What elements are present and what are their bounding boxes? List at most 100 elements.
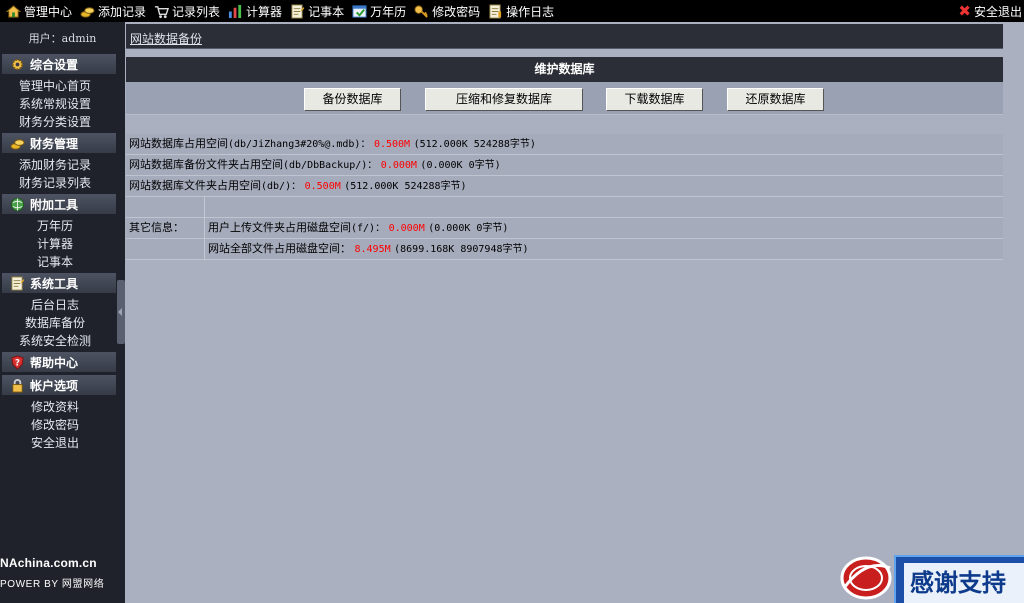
sidebar-group-header[interactable]: 附加工具 xyxy=(2,194,116,214)
nav-record-list[interactable]: 记录列表 xyxy=(148,0,222,22)
sidebar-group-header[interactable]: 帐户选项 xyxy=(2,375,116,395)
sidebar-group-title: 财务管理 xyxy=(30,136,79,151)
table-row xyxy=(126,197,1003,218)
sidebar-item-backend-log[interactable]: 后台日志 xyxy=(0,296,125,314)
top-toolbar: 管理中心 添加记录 记录列表 计算器 记事本 万年历 修改密码 操作日志 ✖ 安… xyxy=(0,0,1024,22)
nav-change-password-label: 修改密码 xyxy=(432,4,481,19)
row-label: 网站全部文件占用磁盘空间： xyxy=(208,242,351,255)
brand-logo: NAchina.com.cn POWER BY 网盟网络 xyxy=(0,556,125,590)
calendar-icon xyxy=(352,4,367,18)
compact-repair-database-button[interactable]: 压缩和修复数据库 xyxy=(425,88,583,111)
close-icon: ✖ xyxy=(958,2,971,20)
table-cell xyxy=(126,239,205,260)
row-detail: (0.000K 0字节) xyxy=(420,160,501,171)
lock-icon xyxy=(12,378,23,393)
sidebar-collapse-handle[interactable] xyxy=(117,280,125,344)
row-detail: (0.000K 0字节) xyxy=(428,223,509,234)
user-name: admin xyxy=(61,32,97,45)
sidebar-item-system-settings[interactable]: 系统常规设置 xyxy=(0,95,125,113)
sidebar-group-tools: 附加工具 万年历 计算器 记事本 xyxy=(0,194,125,271)
sidebar-group-title: 综合设置 xyxy=(30,57,79,72)
nav-operation-log[interactable]: 操作日志 xyxy=(482,0,556,22)
log-icon xyxy=(489,3,502,19)
sidebar-group-title: 帮助中心 xyxy=(30,355,79,370)
row-value: 0.500M xyxy=(373,139,411,150)
section-header: 维护数据库 xyxy=(126,57,1003,82)
sidebar-item-notepad[interactable]: 记事本 xyxy=(0,253,125,271)
user-label: 用户： xyxy=(28,32,62,45)
sidebar-item-calendar[interactable]: 万年历 xyxy=(0,217,125,235)
coins-icon xyxy=(10,138,25,150)
support-banner[interactable]: 感谢支持 xyxy=(894,555,1024,603)
table-row: 网站全部文件占用磁盘空间： 8.495M (8699.168K 8907948字… xyxy=(126,239,1003,260)
sidebar-item-finance-categories[interactable]: 财务分类设置 xyxy=(0,113,125,131)
main-content: 网站数据备份 维护数据库 备份数据库 压缩和修复数据库 下载数据库 还原数据库 … xyxy=(125,22,1024,603)
sidebar-item-admin-home[interactable]: 管理中心首页 xyxy=(0,77,125,95)
row-path: (f/)： xyxy=(351,223,386,234)
sidebar-item-database-backup[interactable]: 数据库备份 xyxy=(0,314,125,332)
row-detail: (8699.168K 8907948字节) xyxy=(394,244,529,255)
restore-database-button[interactable]: 还原数据库 xyxy=(727,88,824,111)
row-detail: (512.000K 524288字节) xyxy=(413,139,536,150)
support-label: 感谢支持 xyxy=(904,563,1024,603)
sidebar-group-header[interactable]: 综合设置 xyxy=(2,54,116,74)
table-cell xyxy=(126,197,205,218)
nav-change-password[interactable]: 修改密码 xyxy=(408,0,482,22)
coins-icon xyxy=(80,6,95,18)
sidebar-group-finance: 财务管理 添加财务记录 财务记录列表 xyxy=(0,133,125,192)
logout-button[interactable]: ✖ 安全退出 xyxy=(958,0,1024,22)
breadcrumb-link[interactable]: 网站数据备份 xyxy=(130,30,202,47)
sidebar-group-header[interactable]: 系统工具 xyxy=(2,273,116,293)
other-info-label: 其它信息： xyxy=(126,218,205,239)
sidebar-group-general: 综合设置 管理中心首页 系统常规设置 财务分类设置 xyxy=(0,54,125,131)
row-value: 0.500M xyxy=(304,181,341,192)
list-item: 网站数据库占用空间(db/JiZhang3#20%@.mdb)： 0.500M … xyxy=(126,134,1003,155)
sidebar-item-logout[interactable]: 安全退出 xyxy=(0,434,125,452)
sidebar-item-calculator[interactable]: 计算器 xyxy=(0,235,125,253)
sidebar-item-edit-profile[interactable]: 修改资料 xyxy=(0,398,125,416)
row-label: 网站数据库占用空间 xyxy=(129,137,228,150)
nav-calculator-label: 计算器 xyxy=(246,4,283,19)
nav-operation-log-label: 操作日志 xyxy=(506,4,555,19)
sidebar-item-add-finance-record[interactable]: 添加财务记录 xyxy=(0,156,125,174)
sidebar-group-header[interactable]: 财务管理 xyxy=(2,133,116,153)
backup-database-button[interactable]: 备份数据库 xyxy=(304,88,401,111)
space-usage-list: 网站数据库占用空间(db/JiZhang3#20%@.mdb)： 0.500M … xyxy=(126,134,1003,197)
sidebar-group-title: 帐户选项 xyxy=(30,378,79,393)
svg-text:?: ? xyxy=(15,357,20,367)
sidebar-group-system: 系统工具 后台日志 数据库备份 系统安全检测 xyxy=(0,273,125,350)
nav-calendar-label: 万年历 xyxy=(370,4,407,19)
help-icon: ? xyxy=(11,354,24,370)
sidebar-group-title: 系统工具 xyxy=(30,276,79,291)
nav-calendar[interactable]: 万年历 xyxy=(346,0,408,22)
download-database-button[interactable]: 下载数据库 xyxy=(606,88,703,111)
cart-icon xyxy=(154,5,170,18)
row-detail: (512.000K 524288字节) xyxy=(344,181,467,192)
breadcrumb: 网站数据备份 xyxy=(126,24,1003,49)
sidebar-group-help: ? 帮助中心 xyxy=(0,352,125,372)
home-icon xyxy=(6,4,21,18)
nav-record-list-label: 记录列表 xyxy=(172,4,221,19)
support-logo-icon xyxy=(840,556,892,600)
nav-add-record[interactable]: 添加记录 xyxy=(74,0,148,22)
sidebar-group-header[interactable]: ? 帮助中心 xyxy=(2,352,116,372)
row-label: 网站数据库文件夹占用空间 xyxy=(129,179,261,192)
sidebar-group-title: 附加工具 xyxy=(30,197,79,212)
nav-calculator[interactable]: 计算器 xyxy=(222,0,284,22)
table-cell: 用户上传文件夹占用磁盘空间(f/)： 0.000M (0.000K 0字节) xyxy=(208,218,508,239)
notepad-icon xyxy=(291,3,305,19)
nav-notepad-label: 记事本 xyxy=(308,4,345,19)
nav-admin-center-label: 管理中心 xyxy=(24,4,73,19)
nav-notepad[interactable]: 记事本 xyxy=(284,0,346,22)
sidebar: 用户：admin 综合设置 管理中心首页 系统常规设置 财务分类设置 财务管理 … xyxy=(0,22,125,603)
table-cell: 网站全部文件占用磁盘空间： 8.495M (8699.168K 8907948字… xyxy=(208,239,529,260)
list-item: 网站数据库文件夹占用空间(db/)： 0.500M (512.000K 5242… xyxy=(126,176,1003,197)
key-icon xyxy=(414,4,428,18)
sidebar-item-finance-record-list[interactable]: 财务记录列表 xyxy=(0,174,125,192)
globe-icon xyxy=(10,197,25,211)
sidebar-item-change-password[interactable]: 修改密码 xyxy=(0,416,125,434)
user-info: 用户：admin xyxy=(0,22,125,52)
sidebar-item-security-check[interactable]: 系统安全检测 xyxy=(0,332,125,350)
chart-icon xyxy=(228,4,242,18)
nav-admin-center[interactable]: 管理中心 xyxy=(0,0,74,22)
